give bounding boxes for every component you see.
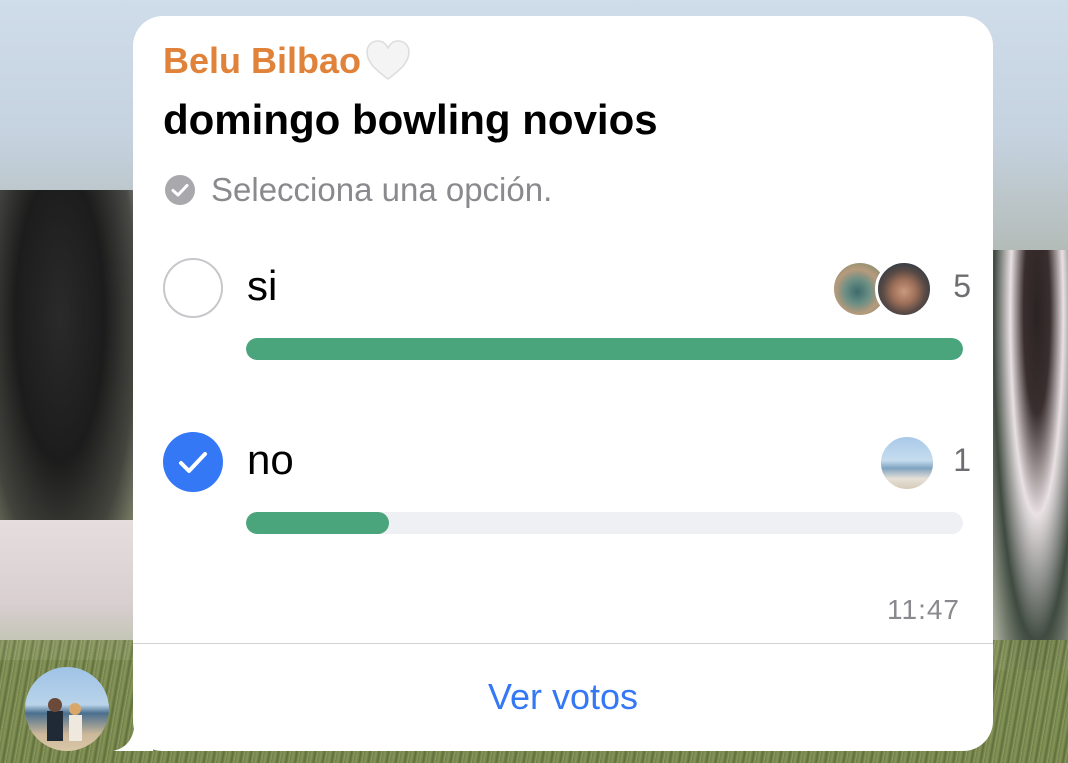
- vote-count-si: 5: [953, 268, 971, 304]
- poll-option-si[interactable]: si 5: [161, 254, 971, 364]
- vote-count-no: 1: [953, 442, 971, 478]
- poll-hint: Selecciona una opción.: [163, 171, 552, 209]
- option-label-si: si: [247, 262, 278, 309]
- check-circle-icon: [165, 175, 195, 205]
- result-bar-fill-no: [246, 512, 390, 534]
- poll-option-no[interactable]: no 1: [161, 428, 971, 538]
- result-bar-fill-si: [246, 338, 963, 360]
- avatar: [875, 260, 933, 318]
- sender-name-row[interactable]: Belu Bilbao: [163, 36, 413, 86]
- divider: [133, 643, 993, 644]
- voter-avatars-si[interactable]: [831, 260, 933, 318]
- option-radio-no[interactable]: [163, 432, 223, 492]
- white-heart-icon: [366, 40, 410, 80]
- sender-name[interactable]: Belu Bilbao: [163, 40, 361, 82]
- avatar-photo: [47, 698, 82, 741]
- view-votes-button[interactable]: Ver votos: [133, 676, 993, 718]
- background-photo-right: [990, 250, 1068, 670]
- option-radio-si[interactable]: [163, 258, 223, 318]
- poll-question: domingo bowling novios: [163, 96, 658, 143]
- poll-message-bubble: Belu Bilbao domingo bowling novios Selec…: [133, 16, 993, 751]
- option-label-no: no: [247, 436, 294, 483]
- result-bar-si: [246, 338, 963, 360]
- checkmark-icon: [179, 452, 207, 473]
- sender-avatar[interactable]: [25, 667, 109, 751]
- poll-hint-text: Selecciona una opción.: [211, 171, 553, 208]
- avatar: [878, 434, 936, 492]
- background-blanket: [0, 520, 150, 660]
- voter-avatars-no[interactable]: [878, 434, 938, 492]
- result-bar-no: [246, 512, 963, 534]
- message-timestamp: 11:47: [887, 594, 960, 625]
